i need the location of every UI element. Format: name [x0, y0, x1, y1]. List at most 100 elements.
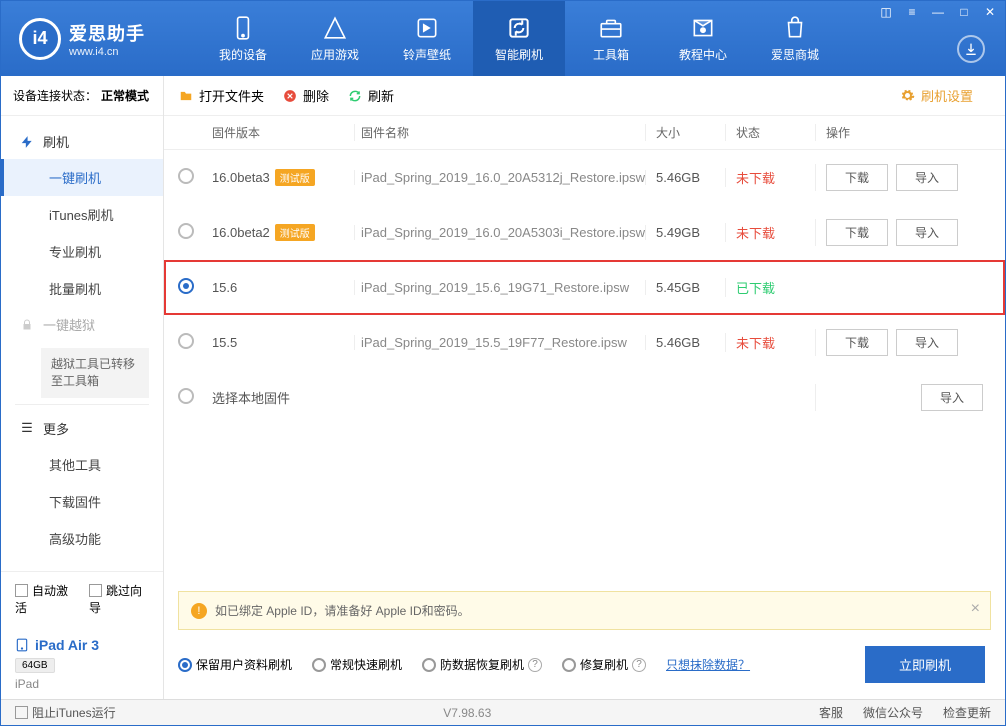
firmware-size: 5.46GB — [645, 335, 725, 350]
nav-icon — [229, 14, 257, 42]
flash-options: 保留用户资料刷机 常规快速刷机 防数据恢复刷机? 修复刷机? 只想抹除数据？ 立… — [164, 630, 1005, 699]
firmware-table: 固件版本 固件名称 大小 状态 操作 16.0beta3测试版iPad_Spri… — [164, 116, 1005, 583]
nav-tab-6[interactable]: 爱思商城 — [749, 1, 841, 76]
more-icon: ☰ — [19, 420, 35, 436]
footer-service[interactable]: 客服 — [819, 704, 843, 721]
sidebar-group-more[interactable]: ☰ 更多 — [1, 411, 163, 446]
close-icon[interactable]: ✕ — [981, 5, 999, 19]
version-label: V7.98.63 — [116, 706, 819, 720]
main-panel: 打开文件夹 删除 刷新 刷机设置 固件版本 固件名称 大小 状态 操作 16.0… — [164, 76, 1005, 699]
sidebar-more-item-2[interactable]: 高级功能 — [1, 520, 163, 557]
folder-icon — [178, 88, 194, 104]
opt-keep-data[interactable]: 保留用户资料刷机 — [178, 656, 292, 673]
auto-activate-checkbox[interactable]: 自动激活 — [15, 582, 75, 616]
footer-update[interactable]: 检查更新 — [943, 704, 991, 721]
beta-badge: 测试版 — [275, 169, 315, 186]
firmware-size: 5.45GB — [645, 280, 725, 295]
footer-wechat[interactable]: 微信公众号 — [863, 704, 923, 721]
sidebar-more-item-0[interactable]: 其他工具 — [1, 446, 163, 483]
opt-repair[interactable]: 修复刷机? — [562, 656, 646, 673]
open-folder-button[interactable]: 打开文件夹 — [178, 86, 264, 105]
import-button[interactable]: 导入 — [921, 384, 983, 411]
sidebar-item-3[interactable]: 批量刷机 — [1, 270, 163, 307]
firmware-radio[interactable] — [178, 223, 194, 239]
import-button[interactable]: 导入 — [896, 219, 958, 246]
sidebar-item-2[interactable]: 专业刷机 — [1, 233, 163, 270]
firmware-status: 未下载 — [725, 223, 815, 242]
firmware-name: iPad_Spring_2019_16.0_20A5303i_Restore.i… — [354, 225, 645, 240]
flash-now-button[interactable]: 立即刷机 — [865, 646, 985, 683]
block-itunes-checkbox[interactable]: 阻止iTunes运行 — [15, 704, 116, 721]
firmware-row[interactable]: 16.0beta2测试版iPad_Spring_2019_16.0_20A530… — [164, 205, 1005, 260]
sidebar: 设备连接状态：正常模式 刷机 一键刷机iTunes刷机专业刷机批量刷机 一键越狱… — [1, 76, 164, 699]
skip-guide-checkbox[interactable]: 跳过向导 — [89, 582, 149, 616]
firmware-status: 未下载 — [725, 168, 815, 187]
sidebar-more-item-1[interactable]: 下载固件 — [1, 483, 163, 520]
tablet-icon — [15, 636, 29, 654]
download-button[interactable]: 下载 — [826, 329, 888, 356]
import-button[interactable]: 导入 — [896, 329, 958, 356]
maximize-icon[interactable]: □ — [955, 5, 973, 19]
skin-icon[interactable]: ◫ — [877, 5, 895, 19]
app-url: www.i4.cn — [69, 46, 145, 58]
refresh-button[interactable]: 刷新 — [347, 86, 394, 105]
opt-normal[interactable]: 常规快速刷机 — [312, 656, 402, 673]
beta-badge: 测试版 — [275, 224, 315, 241]
nav-tab-5[interactable]: 教程中心 — [657, 1, 749, 76]
delete-button[interactable]: 删除 — [282, 86, 329, 105]
import-button[interactable]: 导入 — [896, 164, 958, 191]
firmware-name: iPad_Spring_2019_16.0_20A5312j_Restore.i… — [354, 170, 645, 185]
firmware-row[interactable]: 16.0beta3测试版iPad_Spring_2019_16.0_20A531… — [164, 150, 1005, 205]
refresh-icon — [347, 88, 363, 104]
logo-icon: i4 — [19, 18, 61, 60]
firmware-radio[interactable] — [178, 278, 194, 294]
nav-icon — [321, 14, 349, 42]
help-icon[interactable]: ? — [528, 658, 542, 672]
local-firmware-row[interactable]: 选择本地固件 导入 — [164, 370, 1005, 425]
nav-tab-0[interactable]: 我的设备 — [197, 1, 289, 76]
appleid-tip: ! 如已绑定 Apple ID，请准备好 Apple ID和密码。 × — [178, 591, 991, 630]
nav-icon — [597, 14, 625, 42]
gear-icon — [900, 88, 916, 104]
logo-area[interactable]: i4 爱思助手 www.i4.cn — [1, 18, 197, 60]
firmware-radio[interactable] — [178, 168, 194, 184]
firmware-size: 5.46GB — [645, 170, 725, 185]
nav-icon — [781, 14, 809, 42]
nav-tab-1[interactable]: 应用游戏 — [289, 1, 381, 76]
sidebar-item-1[interactable]: iTunes刷机 — [1, 196, 163, 233]
download-button[interactable]: 下载 — [826, 219, 888, 246]
menu-icon[interactable]: ≡ — [903, 5, 921, 19]
firmware-name: iPad_Spring_2019_15.6_19G71_Restore.ipsw — [354, 280, 645, 295]
app-name: 爱思助手 — [69, 20, 145, 46]
nav-tab-4[interactable]: 工具箱 — [565, 1, 657, 76]
device-capacity: 64GB — [15, 658, 55, 673]
erase-data-link[interactable]: 只想抹除数据？ — [666, 656, 750, 673]
connection-status: 设备连接状态：正常模式 — [1, 76, 163, 116]
flash-settings-button[interactable]: 刷机设置 — [900, 86, 973, 105]
warning-icon: ! — [191, 603, 207, 619]
device-info[interactable]: iPad Air 3 64GB iPad — [1, 626, 163, 699]
firmware-row[interactable]: 15.5iPad_Spring_2019_15.5_19F77_Restore.… — [164, 315, 1005, 370]
lock-icon — [19, 317, 35, 333]
nav-tab-3[interactable]: 智能刷机 — [473, 1, 565, 76]
toolbar: 打开文件夹 删除 刷新 刷机设置 — [164, 76, 1005, 116]
nav-tabs: 我的设备应用游戏铃声壁纸智能刷机工具箱教程中心爱思商城 — [197, 1, 841, 76]
download-manager-icon[interactable] — [957, 35, 985, 63]
firmware-radio[interactable] — [178, 333, 194, 349]
firmware-status: 未下载 — [725, 333, 815, 352]
app-header: i4 爱思助手 www.i4.cn 我的设备应用游戏铃声壁纸智能刷机工具箱教程中… — [1, 1, 1005, 76]
sidebar-item-0[interactable]: 一键刷机 — [1, 159, 163, 196]
nav-tab-2[interactable]: 铃声壁纸 — [381, 1, 473, 76]
download-button[interactable]: 下载 — [826, 164, 888, 191]
flash-icon — [19, 134, 35, 150]
help-icon[interactable]: ? — [632, 658, 646, 672]
radio-local[interactable] — [178, 388, 194, 404]
firmware-row[interactable]: 15.6iPad_Spring_2019_15.6_19G71_Restore.… — [164, 260, 1005, 315]
firmware-name: iPad_Spring_2019_15.5_19F77_Restore.ipsw — [354, 335, 645, 350]
sidebar-group-jailbreak: 一键越狱 — [1, 307, 163, 342]
close-tip-icon[interactable]: × — [971, 600, 980, 618]
minimize-icon[interactable]: — — [929, 5, 947, 19]
sidebar-group-flash[interactable]: 刷机 — [1, 124, 163, 159]
device-type: iPad — [15, 677, 149, 691]
opt-recovery[interactable]: 防数据恢复刷机? — [422, 656, 542, 673]
